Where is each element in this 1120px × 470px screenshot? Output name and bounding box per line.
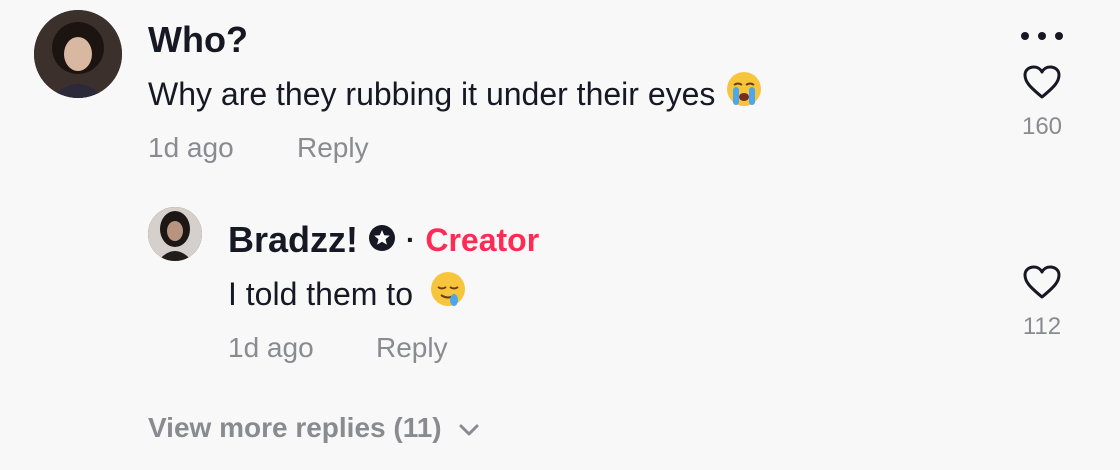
like-count: 160 (1021, 113, 1063, 140)
reply-timestamp: 1d ago (228, 332, 314, 363)
dot-icon (1055, 32, 1063, 40)
drooling-face-icon (429, 270, 467, 317)
reply-button[interactable]: Reply (297, 132, 369, 164)
reply-header: Bradzz! · Creator (228, 220, 539, 260)
crying-face-icon (725, 70, 763, 117)
reply-text-body: I told them to (228, 275, 413, 312)
view-more-replies-label: View more replies (11) (148, 412, 442, 443)
reply-button[interactable]: Reply (376, 332, 448, 364)
heart-icon[interactable] (1022, 64, 1062, 105)
comment-timestamp: 1d ago (148, 132, 234, 163)
reply-text: I told them to (228, 270, 467, 317)
avatar[interactable] (148, 207, 202, 261)
star-badge-icon (368, 224, 396, 257)
dot-icon (1021, 32, 1029, 40)
separator: · (406, 224, 416, 255)
avatar-image (148, 207, 202, 261)
avatar[interactable] (34, 10, 122, 98)
reply-username[interactable]: Bradzz! (228, 220, 358, 260)
dot-icon (1038, 32, 1046, 40)
comment-text: Why are they rubbing it under their eyes (148, 70, 763, 117)
like-count: 112 (1022, 313, 1062, 340)
more-options-button[interactable] (1014, 26, 1070, 46)
heart-icon[interactable] (1022, 264, 1062, 305)
comment-text-body: Why are they rubbing it under their eyes (148, 75, 716, 112)
like-group: 112 (1002, 264, 1082, 341)
avatar-image (34, 10, 122, 98)
comment-username[interactable]: Who? (148, 20, 248, 60)
like-group: 160 (1002, 64, 1082, 141)
chevron-down-icon (458, 410, 480, 446)
view-more-replies-button[interactable]: View more replies (11) (148, 410, 480, 446)
creator-label: Creator (425, 222, 540, 258)
